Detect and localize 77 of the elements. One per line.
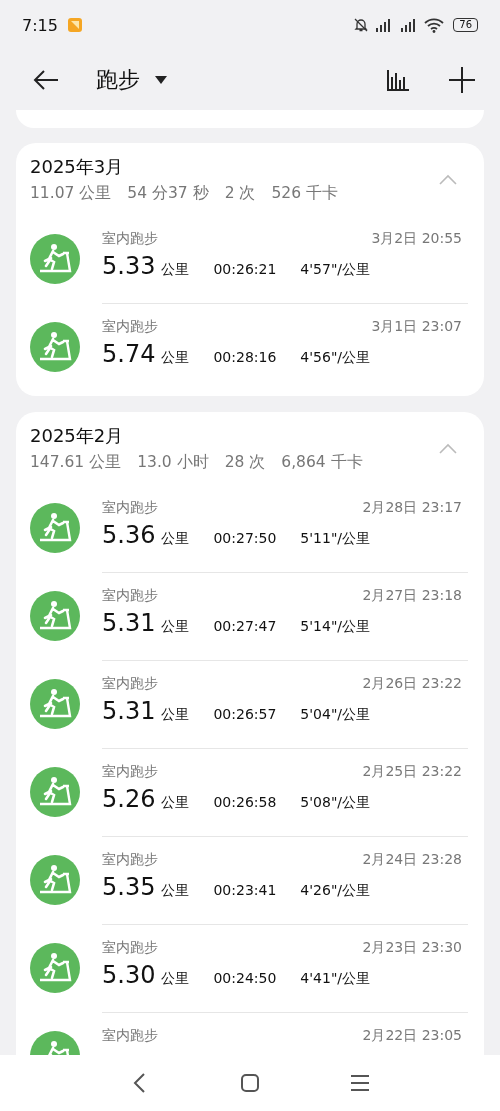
duration-value: 00:23:41	[213, 882, 277, 898]
treadmill-runner-icon	[30, 767, 80, 817]
notification-icon	[66, 17, 83, 33]
distance-value: 5.30	[102, 961, 156, 989]
summary-stat: 526 千卡	[271, 183, 338, 204]
pace-value: 4'57"/公里	[300, 261, 371, 279]
summary-stat: 11.07 公里	[30, 183, 112, 204]
summary-stat: 6,864 千卡	[281, 452, 363, 473]
month-title: 2025年2月	[30, 424, 125, 448]
activity-type: 室内跑步	[102, 499, 158, 517]
activity-type: 室内跑步	[102, 939, 158, 957]
duration-value: 00:26:58	[213, 794, 277, 810]
distance-unit: 公里	[161, 882, 190, 900]
activity-type: 室内跑步	[102, 763, 158, 781]
duration-value: 00:27:50	[213, 530, 277, 546]
status-time: 7:15	[22, 15, 58, 35]
wifi-icon	[424, 17, 445, 33]
duration-value: 00:26:21	[213, 261, 277, 277]
pace-value: 5'04"/公里	[300, 706, 371, 724]
activity-date: 2月23日 23:30	[362, 939, 462, 957]
distance-value: 5.35	[102, 873, 156, 901]
treadmill-runner-icon	[30, 234, 80, 284]
treadmill-runner-icon	[30, 591, 80, 641]
activity-type: 室内跑步	[102, 1027, 158, 1045]
distance-unit: 公里	[161, 970, 190, 988]
treadmill-runner-icon	[30, 943, 80, 993]
summary-stat: 28 次	[224, 452, 266, 473]
distance-value: 5.26	[102, 785, 156, 813]
activity-type: 室内跑步	[102, 318, 158, 336]
activity-date: 2月26日 23:22	[362, 675, 462, 693]
activity-type: 室内跑步	[102, 851, 158, 869]
distance-unit: 公里	[161, 261, 190, 279]
menu-nav-icon[interactable]	[350, 1074, 370, 1092]
distance-unit: 公里	[161, 349, 190, 367]
distance-unit: 公里	[161, 706, 190, 724]
page-title[interactable]: 跑步	[96, 65, 140, 95]
pace-value: 4'41"/公里	[300, 970, 371, 988]
activity-date: 2月28日 23:17	[362, 499, 462, 517]
distance-value: 5.31	[102, 609, 156, 637]
duration-value: 00:24:50	[213, 970, 277, 986]
duration-value: 00:26:57	[213, 706, 277, 722]
summary-stat: 54 分37 秒	[127, 183, 209, 204]
summary-stat: 2 次	[224, 183, 256, 204]
duration-value: 00:27:47	[213, 618, 277, 634]
pace-value: 4'26"/公里	[300, 882, 371, 900]
pace-value: 4'56"/公里	[300, 349, 371, 367]
distance-unit: 公里	[161, 618, 190, 636]
pace-value: 5'14"/公里	[300, 618, 371, 636]
dropdown-caret-icon[interactable]	[154, 75, 168, 85]
distance-value: 5.36	[102, 521, 156, 549]
activity-date: 2月25日 23:22	[362, 763, 462, 781]
activity-type: 室内跑步	[102, 587, 158, 605]
distance-value: 5.33	[102, 252, 156, 280]
treadmill-runner-icon	[30, 679, 80, 729]
activity-type: 室内跑步	[102, 230, 158, 248]
activity-date: 2月24日 23:28	[362, 851, 462, 869]
activity-type: 室内跑步	[102, 675, 158, 693]
distance-unit: 公里	[161, 794, 190, 812]
activity-date: 3月1日 23:07	[371, 318, 462, 336]
distance-value: 5.31	[102, 697, 156, 725]
treadmill-runner-icon	[30, 322, 80, 372]
activity-date: 2月27日 23:18	[362, 587, 462, 605]
home-nav-icon[interactable]	[240, 1073, 260, 1093]
treadmill-runner-icon	[30, 503, 80, 553]
battery-indicator: 76	[453, 18, 478, 32]
mute-bell-icon	[353, 17, 370, 33]
distance-value: 5.74	[102, 340, 156, 368]
pace-value: 5'08"/公里	[300, 794, 371, 812]
activity-date: 3月2日 20:55	[371, 230, 462, 248]
treadmill-runner-icon	[30, 855, 80, 905]
distance-unit: 公里	[161, 530, 190, 548]
summary-stat: 147.61 公里	[30, 452, 122, 473]
pace-value: 5'11"/公里	[300, 530, 371, 548]
activity-date: 2月22日 23:05	[362, 1027, 462, 1045]
month-title: 2025年3月	[30, 155, 125, 179]
summary-stat: 13.0 小时	[137, 452, 209, 473]
duration-value: 00:28:16	[213, 349, 277, 365]
